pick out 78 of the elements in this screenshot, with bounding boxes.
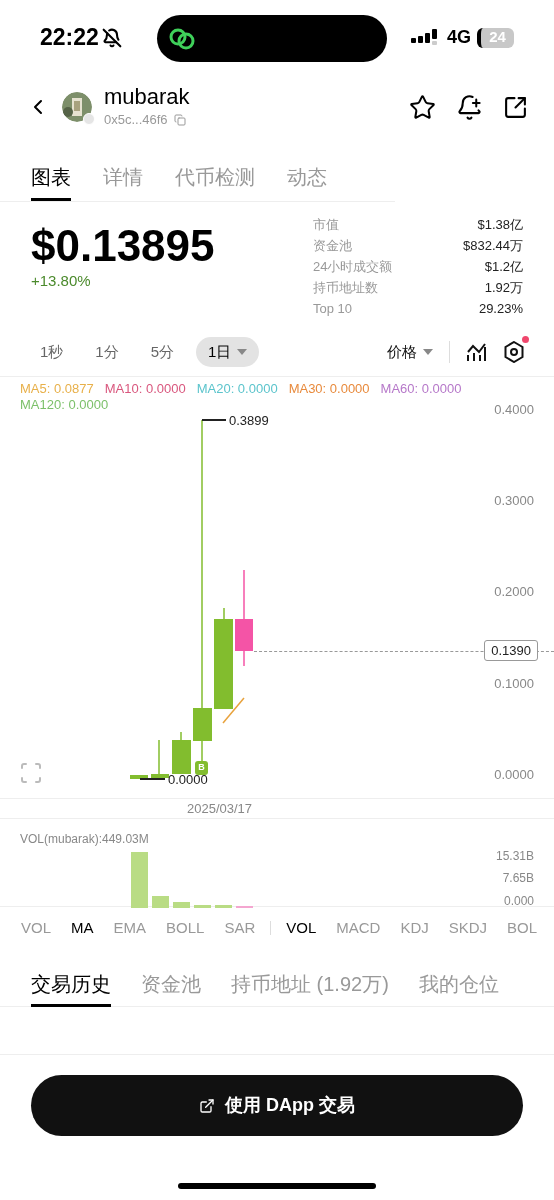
stat-value: $1.38亿 (477, 216, 523, 234)
share-icon[interactable] (503, 94, 528, 120)
dapp-trade-button[interactable]: 使用 DApp 交易 (31, 1075, 523, 1136)
indicator-option[interactable]: SKDJ (448, 916, 488, 940)
tab[interactable]: 详情 (103, 155, 143, 201)
stat-label: 市值 (313, 216, 339, 234)
token-address: 0x5c...46f6 (104, 111, 168, 130)
stat-label: 24小时成交额 (313, 258, 393, 276)
candle (172, 731, 191, 774)
ma-legend-item: MA20: 0.0000 (196, 381, 278, 397)
tab[interactable]: 代币检测 (175, 155, 255, 201)
price-mode-dropdown[interactable]: 价格 (387, 340, 433, 364)
caret-icon (237, 349, 248, 355)
tab[interactable]: 动态 (287, 155, 327, 201)
stat-label: 持币地址数 (313, 279, 378, 297)
star-icon[interactable] (409, 93, 436, 121)
stat-value: 29.23% (478, 300, 523, 318)
timeframe-option[interactable]: 1秒 (30, 337, 74, 367)
timeframe-option[interactable]: 5分 (140, 337, 185, 367)
indicator-chart-icon[interactable] (466, 343, 486, 361)
ma-legend-item: MA60: 0.0000 (380, 381, 462, 397)
tab[interactable]: 资金池 (141, 963, 201, 1007)
ma-legend-item: MA30: 0.0000 (288, 381, 370, 397)
volume-axis-label: 0.000 (503, 893, 534, 910)
tab[interactable]: 持币地址 (1.92万) (231, 963, 389, 1007)
volume-bar (173, 902, 190, 908)
indicator-option[interactable]: MA (71, 916, 94, 940)
stat-value: 1.92万 (484, 279, 523, 297)
volume-bar (152, 896, 169, 908)
ma-legend-item: MA120: 0.0000 (20, 397, 109, 413)
indicator-option[interactable]: BOLL (166, 916, 205, 940)
ma-legend-item: MA10: 0.0000 (104, 381, 186, 397)
volume-bar (215, 905, 232, 908)
timeframe-option[interactable]: 1分 (85, 337, 129, 367)
tab[interactable]: 图表 (31, 155, 71, 201)
volume-axis-label: 15.31B (495, 848, 534, 865)
price-change: +13.80% (31, 271, 92, 291)
y-axis-label: 0.2000 (494, 583, 534, 601)
network-label: 4G (447, 26, 471, 49)
caret-icon (423, 349, 433, 355)
y-axis-label: 0.0000 (494, 766, 534, 784)
indicator-option[interactable]: EMA (113, 916, 147, 940)
token-name: mubarak (104, 84, 190, 111)
volume-bar (194, 905, 211, 908)
price-value: $0.13895 (31, 222, 215, 270)
indicator-option[interactable]: KDJ (400, 916, 429, 940)
y-axis-label: 0.3000 (494, 492, 534, 510)
external-link-icon (199, 1097, 215, 1114)
indicator-option[interactable]: VOL (21, 916, 51, 940)
high-price-marker (202, 419, 226, 421)
low-price-marker (140, 778, 165, 780)
indicator-option[interactable]: MACD (336, 916, 381, 940)
candle (151, 739, 169, 778)
y-axis-label: 0.4000 (494, 401, 534, 419)
stat-label: Top 10 (313, 300, 353, 318)
moving-average-line (222, 697, 245, 724)
indicator-option[interactable]: BOL (507, 916, 538, 940)
indicator-option[interactable]: SAR (224, 916, 256, 940)
bell-off-icon (101, 27, 122, 48)
timeframe-option[interactable]: 1日 (196, 337, 260, 367)
current-price-tag: 0.1390 (484, 640, 538, 661)
settings-icon[interactable] (504, 341, 524, 363)
tab[interactable]: 交易历史 (31, 963, 111, 1007)
date-label: 2025/03/17 (187, 800, 253, 818)
volume-bar (131, 852, 148, 908)
y-axis-label: 0.1000 (494, 675, 534, 693)
stat-value: $1.2亿 (484, 258, 523, 276)
indicator-option[interactable]: VOL (286, 916, 317, 940)
ma-legend-item: MA5: 0.0877 (20, 381, 94, 397)
volume-axis-label: 7.65B (502, 870, 534, 887)
tab[interactable]: 我的仓位 (418, 963, 499, 1007)
stat-value: $832.44万 (463, 237, 523, 255)
volume-title: VOL(mubarak):449.03M (20, 831, 149, 848)
status-time: 22:22 (40, 23, 99, 53)
stat-label: 资金池 (313, 237, 352, 255)
high-price-label: 0.3899 (229, 412, 269, 430)
buy-marker: B (195, 761, 208, 775)
bell-plus-icon[interactable] (456, 93, 483, 121)
